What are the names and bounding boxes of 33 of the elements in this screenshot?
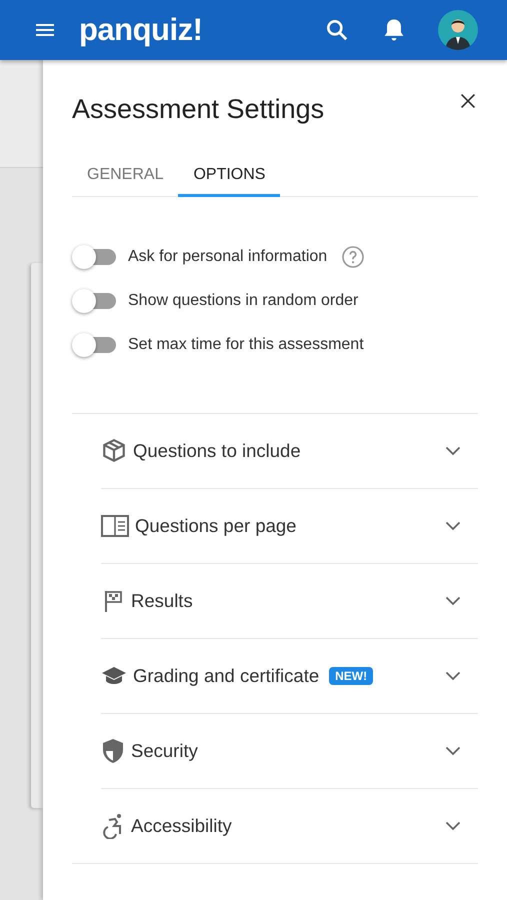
book-icon	[101, 515, 129, 537]
section-title: Security	[131, 740, 198, 762]
chevron-icon	[445, 521, 461, 531]
toggle-label: Show questions in random order	[128, 292, 358, 310]
toggle-label: Set max time for this assessment	[128, 336, 364, 354]
chevron-icon	[445, 746, 461, 756]
shield-icon	[101, 738, 125, 764]
chevron-icon	[445, 596, 461, 606]
toggle-label: Ask for personal information	[128, 248, 328, 266]
section-title: Accessibility	[131, 815, 232, 837]
search-icon[interactable]	[324, 17, 350, 43]
section-title: Questions to include	[133, 440, 301, 462]
avatar[interactable]	[438, 10, 478, 50]
accordion-row[interactable]: Security	[101, 714, 478, 789]
chevron-icon	[445, 821, 461, 831]
section-title: Grading and certificate	[133, 665, 320, 687]
chevron-icon	[445, 671, 461, 681]
accordion-row[interactable]: Questions per page	[101, 489, 478, 564]
help-icon[interactable]	[341, 245, 366, 269]
logo[interactable]: panquiz!	[79, 12, 202, 48]
tab[interactable]: OPTIONS	[178, 158, 280, 197]
panel-title: Assessment Settings	[72, 93, 324, 126]
section-title: Results	[131, 590, 193, 612]
accordion-row[interactable]: Accessibility	[72, 789, 478, 864]
graduation-cap-icon	[101, 665, 127, 687]
new-badge: NEW!	[329, 667, 374, 685]
section-title: Questions per page	[135, 515, 296, 537]
accordion-row[interactable]: Grading and certificate NEW!	[101, 639, 478, 714]
cube-icon	[101, 438, 127, 464]
accordion-row[interactable]: Questions to include	[101, 414, 478, 489]
chevron-icon	[445, 446, 461, 456]
tab[interactable]: GENERAL	[72, 158, 178, 197]
accordion-row[interactable]: Results	[101, 564, 478, 639]
